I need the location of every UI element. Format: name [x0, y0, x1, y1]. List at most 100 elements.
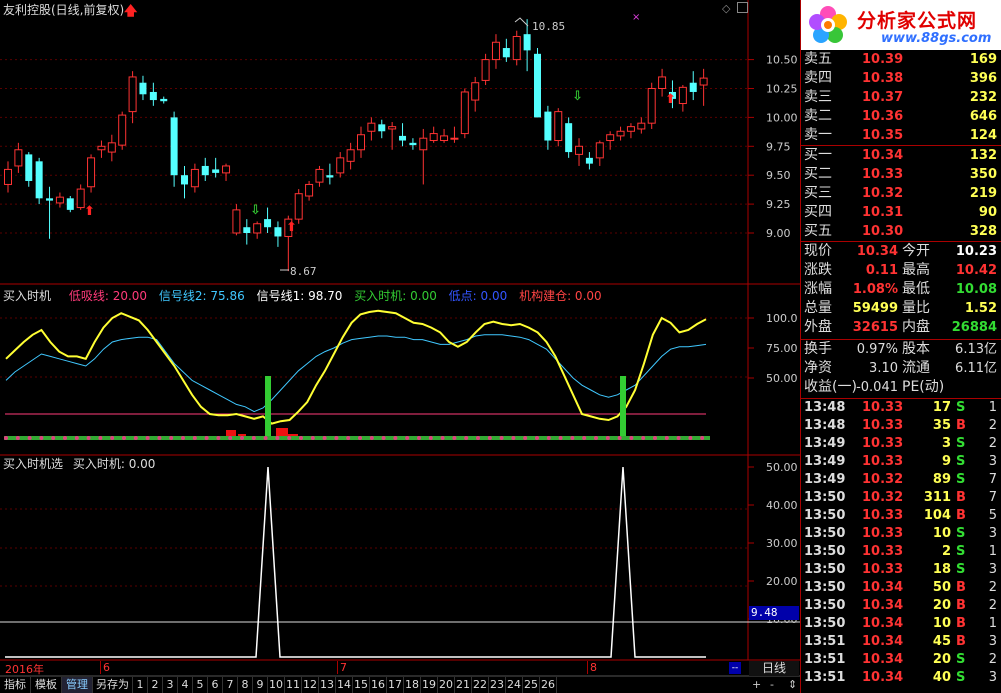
quote-value: 10.42	[955, 263, 997, 278]
bottom-tab-26[interactable]: 26	[540, 677, 557, 693]
candle-body	[14, 149, 23, 167]
quote-value: 26884	[951, 320, 997, 335]
order-level-label: 买二	[804, 166, 832, 182]
plus-icon[interactable]: +	[752, 678, 761, 691]
buy-timing-line	[5, 466, 706, 658]
candle-body	[160, 98, 168, 102]
order-price: 10.36	[862, 109, 904, 124]
order-volume: 219	[969, 186, 997, 201]
bottom-tab-9[interactable]: 9	[253, 677, 268, 693]
flower-logo-icon	[809, 6, 847, 43]
bottom-tab-14[interactable]: 14	[336, 677, 353, 693]
bottom-tab-模板[interactable]: 模板	[31, 677, 62, 693]
tick-side: B	[956, 508, 966, 523]
bottom-tab-16[interactable]: 16	[370, 677, 387, 693]
tick-count: 3	[988, 526, 997, 541]
expand-icon[interactable]: ⇕	[788, 678, 797, 691]
bottom-tab-25[interactable]: 25	[523, 677, 540, 693]
bottom-tab-12[interactable]: 12	[302, 677, 319, 693]
high-pointer	[514, 17, 529, 27]
tick-time: 13:50	[804, 580, 846, 595]
period-button[interactable]: 日线	[749, 661, 799, 676]
order-book-row: 卖五 10.39 169	[800, 50, 1001, 69]
bottom-tab-17[interactable]: 17	[387, 677, 404, 693]
tick-count: 3	[988, 454, 997, 469]
candle-body	[585, 157, 593, 164]
bottom-tab-11[interactable]: 11	[285, 677, 302, 693]
bottom-tab-指标[interactable]: 指标	[0, 677, 31, 693]
bottom-tab-5[interactable]: 5	[193, 677, 208, 693]
high-price-label: 10.85	[532, 20, 566, 33]
bottom-tab-24[interactable]: 24	[506, 677, 523, 693]
candle-body	[440, 135, 449, 142]
chart-area[interactable]: ⬆ ⬆ ⬆ ⇩ ⇩ 10.50 10.25 10.00 9.75 9.50 9.25 9.00 100…	[0, 0, 800, 693]
logo-banner[interactable]: 分析家公式网 www.88gs.com	[801, 0, 1001, 50]
order-level-label: 卖一	[804, 127, 832, 143]
quote-label: 现价	[804, 243, 832, 259]
tick-count: 2	[988, 436, 997, 451]
tick-count: 3	[988, 562, 997, 577]
bottom-tab-4[interactable]: 4	[178, 677, 193, 693]
candle-body	[232, 209, 241, 234]
bottom-tab-管理[interactable]: 管理	[62, 677, 93, 693]
tick-price: 10.33	[862, 562, 904, 577]
baseline-dot	[181, 436, 185, 440]
price-tick-label: 9.50	[766, 169, 791, 182]
bottom-tab-2[interactable]: 2	[148, 677, 163, 693]
bottom-tab-6[interactable]: 6	[208, 677, 223, 693]
fundamental-value: 6.13亿	[955, 342, 997, 357]
bottom-tab-8[interactable]: 8	[238, 677, 253, 693]
tick-row: 13:50 10.33 10 S 3	[800, 525, 1001, 543]
minus-icon[interactable]: -	[770, 678, 774, 691]
tick-price: 10.33	[862, 526, 904, 541]
price-tick-label: 10.00	[766, 111, 798, 124]
bottom-tab-10[interactable]: 10	[268, 677, 285, 693]
candle-body	[35, 161, 43, 199]
baseline-dot	[546, 436, 551, 440]
quote-value: 1.08%	[852, 282, 898, 297]
candle-body	[326, 175, 334, 178]
baseline-dot	[145, 436, 150, 440]
tick-volume: 35	[932, 418, 951, 433]
bottom-tab-21[interactable]: 21	[455, 677, 472, 693]
baseline-dot	[322, 436, 327, 440]
tick-price: 10.33	[862, 400, 904, 415]
indicator2-header: 买入时机选 买入时机: 0.00	[3, 457, 155, 471]
diamond-icon[interactable]: ◇	[722, 2, 730, 15]
quote-row: 总量 59499 量比 1.52	[800, 299, 1001, 318]
quote-row: 涨跌 0.11 最高 10.42	[800, 261, 1001, 280]
tick-price: 10.32	[862, 472, 904, 487]
bottom-tab-3[interactable]: 3	[163, 677, 178, 693]
tick-volume: 10	[932, 616, 951, 631]
baseline-dot	[310, 436, 315, 440]
bottom-tab-15[interactable]: 15	[353, 677, 370, 693]
indicator1-item: 低吸线: 20.00	[68, 289, 148, 303]
bottom-tab-18[interactable]: 18	[404, 677, 421, 693]
order-level-label: 卖三	[804, 89, 832, 105]
window-box-icon[interactable]	[737, 2, 748, 13]
tick-volume: 9	[941, 454, 951, 469]
candle-body	[305, 183, 314, 197]
tick-row: 13:50 10.33 104 B 5	[800, 507, 1001, 525]
candle-body	[471, 82, 480, 101]
bottom-tab-另存为[interactable]: 另存为	[93, 677, 133, 693]
bottom-tab-7[interactable]: 7	[223, 677, 238, 693]
order-book-row: 买一 10.34 132	[800, 146, 1001, 165]
tick-volume: 3	[941, 436, 951, 451]
baseline-dot	[499, 436, 504, 440]
baseline-dot	[605, 436, 610, 440]
bottom-tab-20[interactable]: 20	[438, 677, 455, 693]
candle-body	[575, 145, 584, 155]
bottom-tab-23[interactable]: 23	[489, 677, 506, 693]
bottom-tab-1[interactable]: 1	[133, 677, 148, 693]
bottom-tab-19[interactable]: 19	[421, 677, 438, 693]
baseline-dot	[476, 436, 480, 440]
candle-body	[107, 142, 116, 153]
baseline-dot	[582, 436, 587, 440]
axis-scroll-icon[interactable]: --	[729, 662, 741, 674]
quote-label: 总量	[804, 300, 832, 316]
bottom-tab-13[interactable]: 13	[319, 677, 336, 693]
tick-row: 13:50 10.32 311 B 7	[800, 489, 1001, 507]
bottom-tab-22[interactable]: 22	[472, 677, 489, 693]
baseline-dot	[417, 436, 421, 440]
